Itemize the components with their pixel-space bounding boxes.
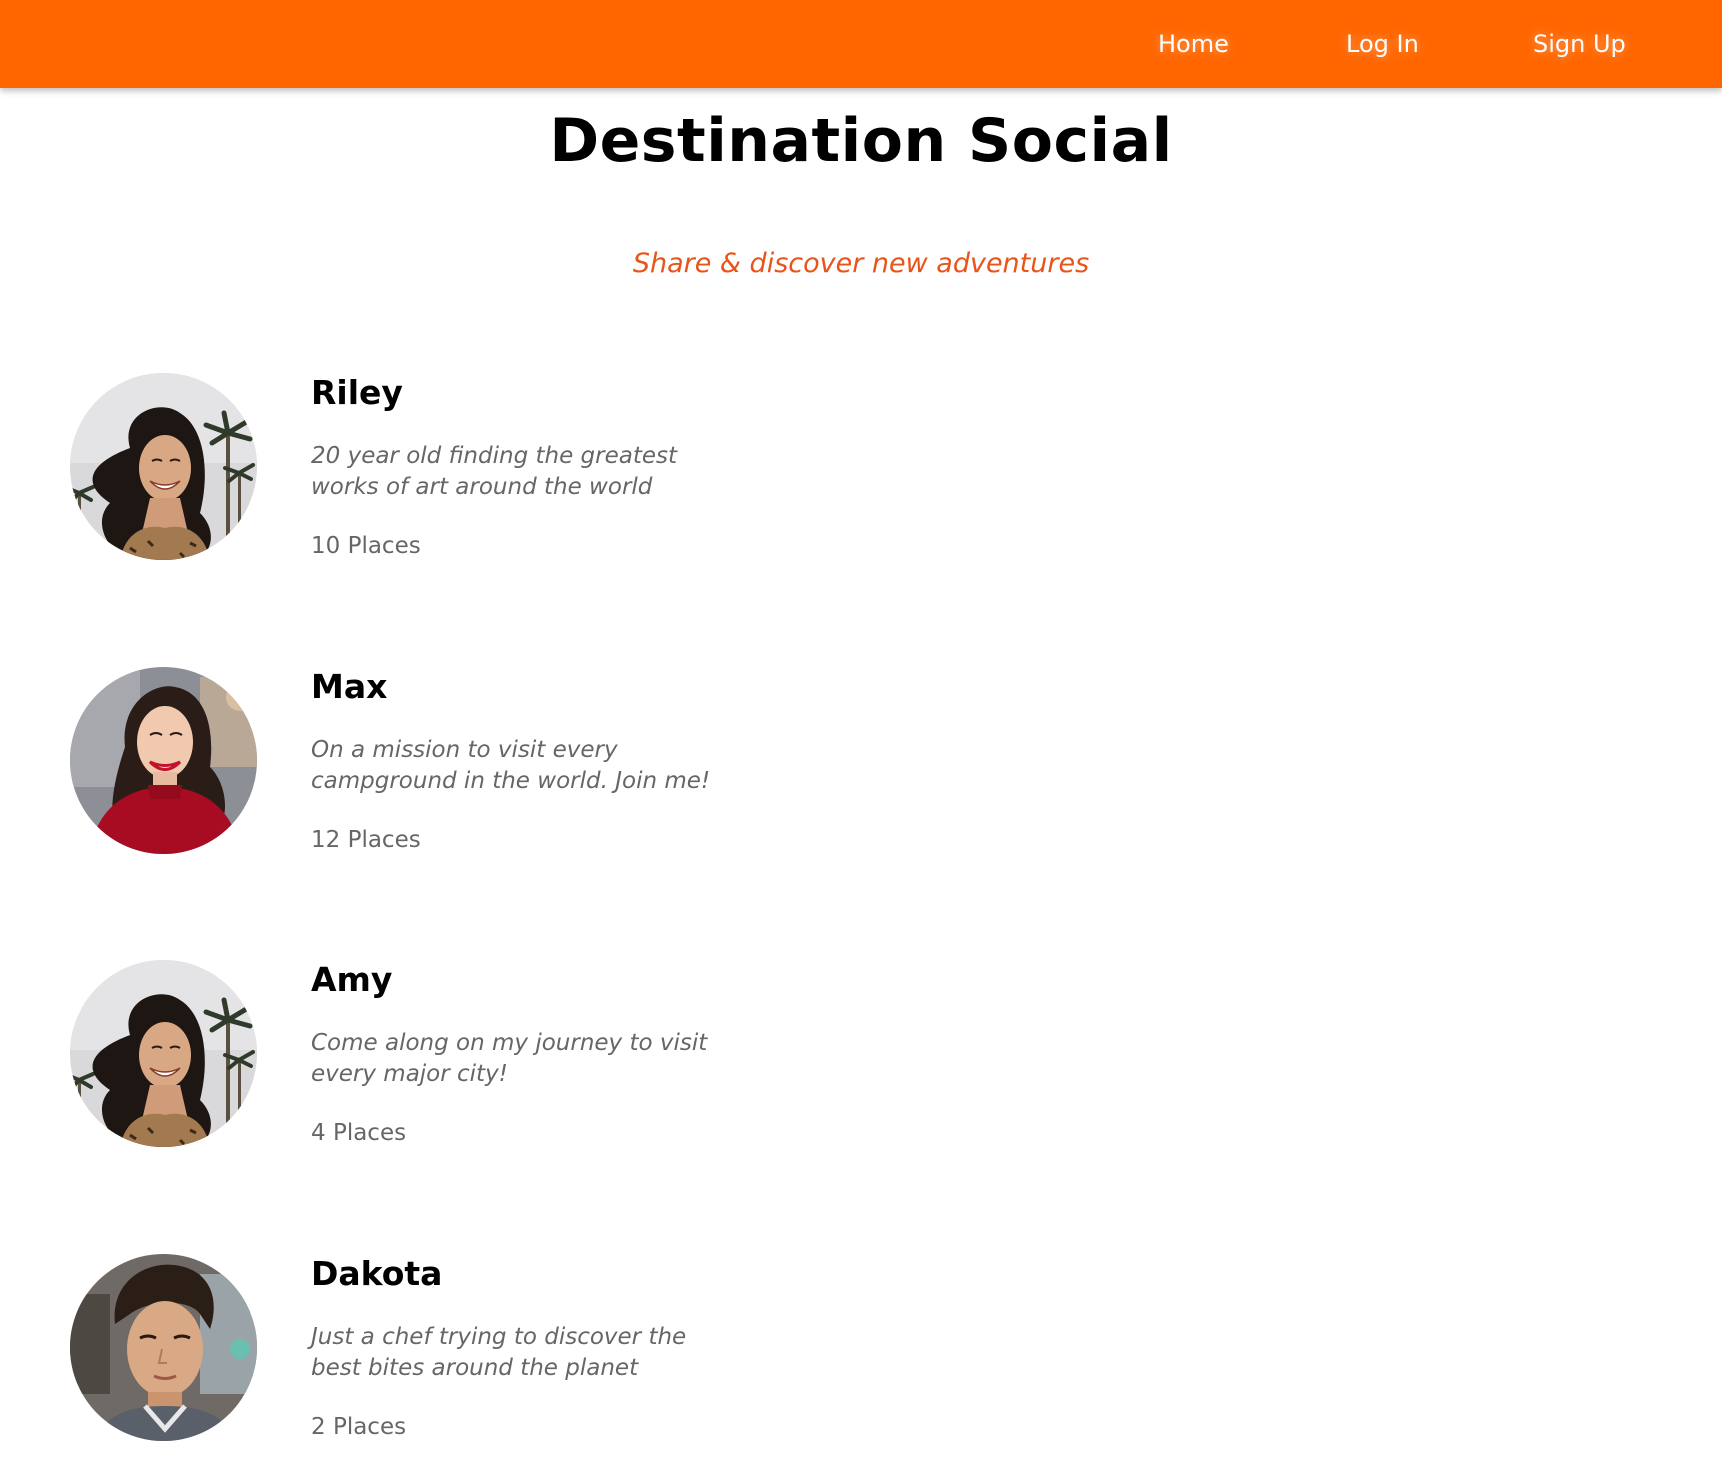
user-card[interactable]: Riley 20 year old finding the greatest w… [70,373,770,573]
user-name[interactable]: Max [311,667,387,706]
user-name[interactable]: Riley [311,373,403,412]
nav-home-link[interactable]: Home [1158,30,1229,58]
page-tagline: Share & discover new adventures [632,248,1090,279]
user-name[interactable]: Dakota [311,1254,442,1293]
user-card[interactable]: Amy Come along on my journey to visit ev… [70,960,770,1160]
user-places-count: 12 Places [311,827,421,853]
user-bio: On a mission to visit every campground i… [311,737,711,794]
page-title: Destination Social [549,106,1173,176]
woman-palm-trees-photo [70,373,257,560]
user-avatar[interactable] [70,960,257,1147]
user-name[interactable]: Amy [311,960,392,999]
user-avatar[interactable] [70,1254,257,1441]
nav-signup-link[interactable]: Sign Up [1533,30,1626,58]
nav-login-link[interactable]: Log In [1346,30,1419,58]
user-avatar[interactable] [70,667,257,854]
user-bio: 20 year old finding the greatest works o… [311,443,678,500]
man-portrait-photo [70,1254,257,1441]
user-card[interactable]: Dakota Just a chef trying to discover th… [70,1254,770,1454]
user-bio: Just a chef trying to discover the best … [311,1324,687,1381]
user-places-count: 10 Places [311,533,421,559]
user-places-count: 2 Places [311,1414,407,1440]
navbar: Home Log In Sign Up [0,0,1722,88]
user-avatar[interactable] [70,373,257,560]
woman-palm-trees-photo [70,960,257,1147]
user-places-count: 4 Places [311,1120,407,1146]
user-card[interactable]: Max On a mission to visit every campgrou… [70,667,770,867]
user-bio: Come along on my journey to visit every … [311,1030,708,1087]
woman-red-sweater-photo [70,667,257,854]
